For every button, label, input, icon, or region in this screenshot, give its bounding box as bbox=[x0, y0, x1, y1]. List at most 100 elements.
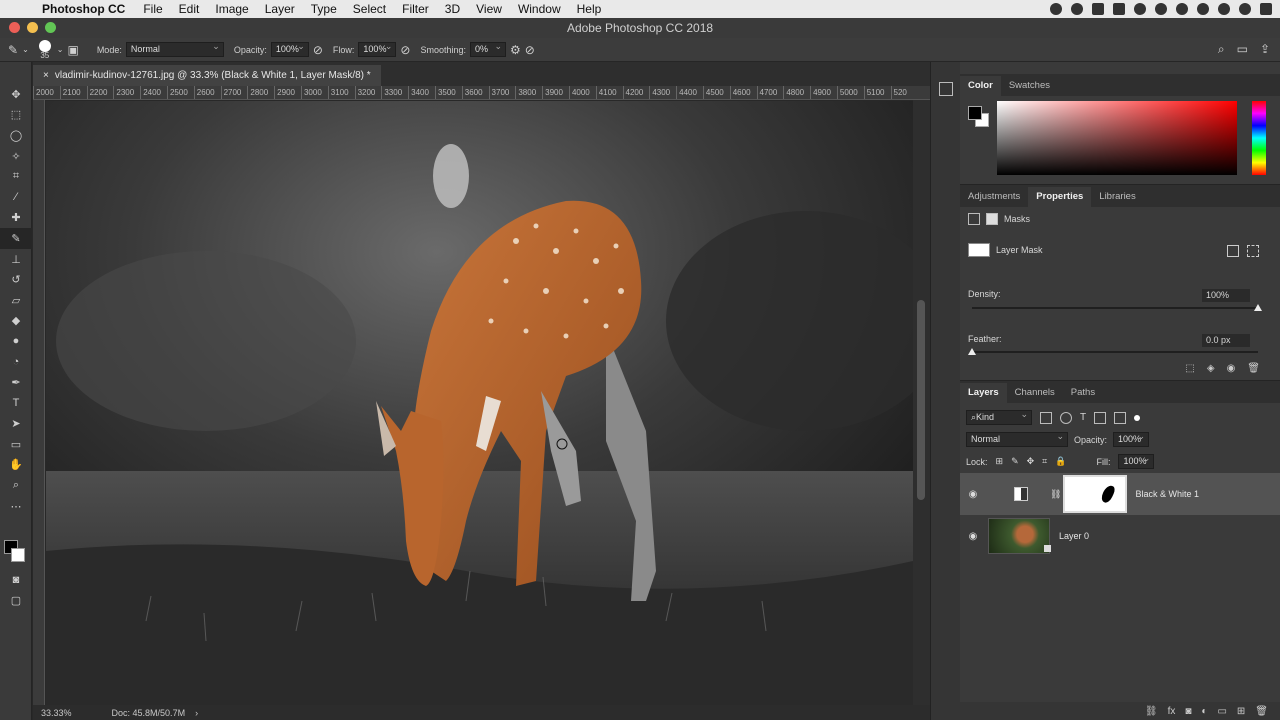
blend-mode-dropdown[interactable]: Normal bbox=[966, 430, 1068, 447]
menu-layer[interactable]: Layer bbox=[257, 0, 303, 18]
delete-layer-trash-icon[interactable]: 🗑 bbox=[1255, 706, 1268, 717]
marquee-tool-icon[interactable]: ⬚ bbox=[0, 105, 32, 126]
lock-image-icon[interactable]: ✎ bbox=[1011, 456, 1019, 467]
feather-slider[interactable] bbox=[968, 348, 1258, 355]
horizontal-ruler[interactable]: 2000 2100 2200 2300 2400 2500 2600 2700 2800 2900… bbox=[33, 86, 930, 100]
menu-edit[interactable]: Edit bbox=[171, 0, 208, 18]
color-picker-field[interactable] bbox=[997, 101, 1237, 175]
delete-mask-trash-icon[interactable]: 🗑 bbox=[1247, 363, 1260, 374]
lock-artboard-icon[interactable]: ⌗ bbox=[1042, 456, 1047, 467]
filter-pixel-icon[interactable] bbox=[1040, 411, 1052, 424]
density-slider[interactable] bbox=[972, 304, 1262, 311]
healing-brush-tool-icon[interactable]: ✚ bbox=[0, 208, 32, 229]
hue-slider[interactable] bbox=[1252, 101, 1266, 175]
maximize-window-icon[interactable] bbox=[45, 22, 56, 33]
layer-filter-kind-dropdown[interactable]: ⌕Kind bbox=[966, 408, 1032, 425]
history-panel-icon[interactable] bbox=[938, 82, 953, 96]
black-white-adjustment-icon[interactable] bbox=[1014, 487, 1028, 501]
pen-tool-icon[interactable]: ✒ bbox=[0, 372, 32, 393]
pressure-size-icon[interactable]: ⊘ bbox=[525, 43, 535, 57]
layer-mask-thumbnail[interactable] bbox=[968, 243, 990, 257]
lock-all-icon[interactable]: 🔒 bbox=[1055, 456, 1066, 467]
filter-shape-icon[interactable] bbox=[1094, 411, 1107, 424]
lasso-tool-icon[interactable]: ◯ bbox=[0, 125, 32, 146]
feather-field[interactable]: 0.0 px bbox=[1202, 334, 1250, 347]
path-selection-tool-icon[interactable]: ➤ bbox=[0, 414, 32, 435]
vertical-ruler[interactable] bbox=[33, 100, 45, 705]
background-color-swatch[interactable] bbox=[11, 548, 25, 562]
menu-select[interactable]: Select bbox=[345, 0, 394, 18]
app-status-icon[interactable] bbox=[1092, 3, 1104, 15]
tool-preset-chevron-icon[interactable]: ⌄ bbox=[22, 45, 29, 54]
menu-view[interactable]: View bbox=[468, 0, 510, 18]
filter-type-icon[interactable]: T bbox=[1080, 412, 1086, 423]
quick-mask-icon[interactable]: ◙ bbox=[0, 570, 32, 591]
smoothing-settings-gear-icon[interactable]: ⚙ bbox=[510, 43, 521, 57]
filter-adjustment-icon[interactable] bbox=[1060, 411, 1072, 424]
doc-size[interactable]: Doc: 45.8M/50.7M bbox=[112, 708, 186, 718]
lock-transparent-icon[interactable]: ⊞ bbox=[996, 456, 1004, 467]
density-field[interactable]: 100% bbox=[1202, 289, 1250, 302]
airbrush-icon[interactable]: ⊘ bbox=[400, 43, 410, 57]
crop-tool-icon[interactable]: ⌗ bbox=[0, 166, 32, 187]
edit-toolbar-icon[interactable]: ⋯ bbox=[0, 496, 32, 517]
display-icon[interactable] bbox=[1113, 3, 1125, 15]
tab-libraries[interactable]: Libraries bbox=[1091, 187, 1143, 207]
workspace-icon[interactable]: ▭ bbox=[1237, 42, 1248, 57]
spotlight-icon[interactable] bbox=[1218, 3, 1230, 15]
volume-icon[interactable] bbox=[1176, 3, 1188, 15]
eraser-tool-icon[interactable]: ▱ bbox=[0, 290, 32, 311]
color-panel-foreground-swatch[interactable] bbox=[968, 106, 982, 120]
menu-file[interactable]: File bbox=[135, 0, 170, 18]
layer-visibility-eye-icon[interactable]: ◉ bbox=[960, 489, 986, 500]
menu-3d[interactable]: 3D bbox=[437, 0, 468, 18]
screen-mode-icon[interactable]: ▢ bbox=[0, 590, 32, 611]
menu-image[interactable]: Image bbox=[207, 0, 256, 18]
layer-row-layer-0[interactable]: ◉ Layer 0 bbox=[960, 515, 1280, 557]
mask-visibility-eye-icon[interactable]: ◉ bbox=[1227, 363, 1236, 374]
load-selection-icon[interactable]: ⬚ bbox=[1185, 363, 1194, 374]
close-tab-icon[interactable]: × bbox=[43, 65, 49, 86]
dodge-tool-icon[interactable]: ◔ bbox=[0, 352, 32, 373]
document-tab[interactable]: × vladimir-kudinov-12761.jpg @ 33.3% (Bl… bbox=[33, 65, 381, 86]
density-slider-knob[interactable] bbox=[1254, 304, 1262, 311]
user-avatar-icon[interactable] bbox=[1239, 3, 1251, 15]
clone-stamp-tool-icon[interactable]: ⊥ bbox=[0, 249, 32, 270]
brush-tool-icon[interactable]: ✎ bbox=[8, 43, 18, 57]
eyedropper-tool-icon[interactable]: ⁄ bbox=[0, 187, 32, 208]
pressure-opacity-icon[interactable]: ⊘ bbox=[313, 43, 323, 57]
paint-bucket-tool-icon[interactable]: ◆ bbox=[0, 311, 32, 332]
layer-style-fx-icon[interactable]: fx bbox=[1168, 706, 1176, 717]
black-white-mask-thumbnail[interactable] bbox=[1063, 475, 1128, 513]
lock-position-icon[interactable]: ✥ bbox=[1027, 456, 1035, 467]
document-canvas[interactable] bbox=[46, 101, 913, 705]
select-pixel-mask-icon[interactable] bbox=[1227, 245, 1239, 257]
quick-selection-tool-icon[interactable]: ✧ bbox=[0, 146, 32, 167]
new-group-folder-icon[interactable]: ▭ bbox=[1217, 706, 1226, 717]
canvas-vertical-scrollbar[interactable] bbox=[913, 100, 930, 705]
opacity-field[interactable]: 100% bbox=[270, 40, 309, 57]
menu-window[interactable]: Window bbox=[510, 0, 569, 18]
wifi-icon[interactable] bbox=[1155, 3, 1167, 15]
canvas-scroll-thumb[interactable] bbox=[917, 300, 925, 500]
blur-tool-icon[interactable]: ● bbox=[0, 331, 32, 352]
sync-icon[interactable] bbox=[1071, 3, 1083, 15]
brush-settings-chevron-icon[interactable]: ⌄ bbox=[57, 45, 64, 54]
mode-dropdown[interactable]: Normal bbox=[125, 40, 224, 57]
smoothing-field[interactable]: 0% bbox=[470, 40, 507, 57]
minimize-window-icon[interactable] bbox=[27, 22, 38, 33]
tab-properties[interactable]: Properties bbox=[1028, 187, 1092, 207]
layer-name[interactable]: Black & White 1 bbox=[1135, 489, 1199, 499]
type-tool-icon[interactable]: T bbox=[0, 393, 32, 414]
creative-cloud-icon[interactable] bbox=[1050, 3, 1062, 15]
apply-mask-icon[interactable]: ◈ bbox=[1207, 363, 1215, 374]
mask-properties-icon[interactable] bbox=[986, 213, 998, 225]
brush-settings-panel-icon[interactable]: ▣ bbox=[67, 43, 78, 57]
brush-tool-active-icon[interactable]: ✎ bbox=[0, 228, 32, 249]
menu-type[interactable]: Type bbox=[303, 0, 345, 18]
new-adjustment-layer-icon[interactable]: ◐ bbox=[1201, 706, 1207, 717]
new-layer-icon[interactable]: ⊞ bbox=[1237, 706, 1245, 717]
layer-name[interactable]: Layer 0 bbox=[1059, 531, 1089, 541]
close-window-icon[interactable] bbox=[9, 22, 20, 33]
mask-link-icon[interactable]: ⛓ bbox=[1050, 489, 1061, 500]
